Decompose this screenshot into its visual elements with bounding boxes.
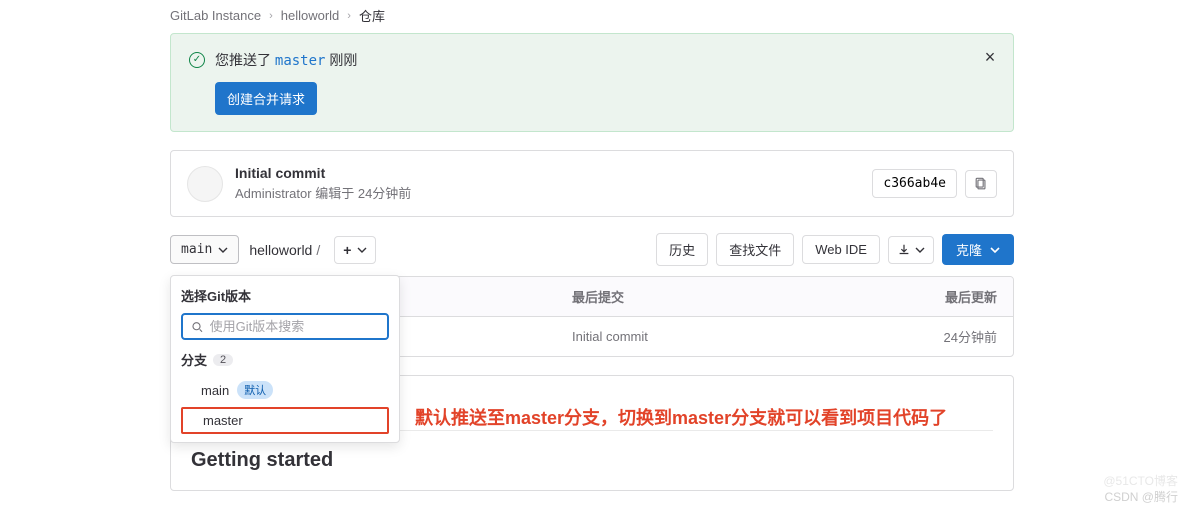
alert-text: 您推送了 master 刚刚 [215, 50, 357, 70]
breadcrumb-project[interactable]: helloworld [281, 8, 340, 23]
watermark: CSDN @腾行 [1104, 488, 1178, 505]
alert-branch-link[interactable]: master [275, 53, 326, 69]
last-commit-panel: Initial commit Administrator 编辑于 24分钟前 c… [170, 150, 1014, 217]
search-icon [191, 320, 204, 334]
dropdown-title: 选择Git版本 [181, 286, 389, 305]
chevron-down-icon [357, 245, 367, 255]
commit-sha-button[interactable]: c366ab4e [872, 169, 957, 198]
branch-item-master[interactable]: master [181, 407, 389, 434]
branch-item-main[interactable]: main 默认 [181, 375, 389, 405]
col-last-update: 最后更新 [837, 287, 997, 306]
readme-h2: Getting started [191, 449, 993, 472]
push-alert: 您推送了 master 刚刚 创建合并请求 × [170, 33, 1014, 132]
history-button[interactable]: 历史 [656, 233, 708, 266]
breadcrumb-root[interactable]: GitLab Instance [170, 8, 261, 23]
create-merge-request-button[interactable]: 创建合并请求 [215, 82, 317, 115]
watermark: @51CTO博客 [1103, 472, 1178, 489]
annotation-text: 默认推送至master分支，切换到master分支就可以看到项目代码了 [415, 404, 947, 430]
web-ide-button[interactable]: Web IDE [802, 235, 880, 264]
branch-section-label: 分支 2 [181, 350, 389, 369]
branch-count-badge: 2 [213, 354, 233, 366]
row-updated-at: 24分钟前 [837, 327, 997, 346]
branch-dropdown: 选择Git版本 分支 2 main 默认 master [170, 275, 400, 443]
branch-search-input[interactable] [210, 319, 379, 334]
commit-meta: Administrator 编辑于 24分钟前 [235, 183, 411, 202]
add-file-button[interactable]: + [334, 236, 376, 264]
download-button[interactable] [888, 236, 934, 264]
chevron-down-icon [915, 245, 925, 255]
copy-sha-button[interactable] [965, 170, 997, 198]
breadcrumb-current: 仓库 [359, 6, 385, 25]
breadcrumb: GitLab Instance › helloworld › 仓库 [0, 0, 1184, 33]
col-last-commit: 最后提交 [512, 287, 837, 306]
find-file-button[interactable]: 查找文件 [716, 233, 794, 266]
chevron-right-icon: › [269, 10, 273, 22]
avatar [187, 166, 223, 202]
branch-search[interactable] [181, 313, 389, 340]
plus-icon: + [343, 242, 351, 258]
commit-title[interactable]: Initial commit [235, 165, 411, 181]
chevron-down-icon [990, 245, 1000, 255]
row-commit-message[interactable]: Initial commit [512, 329, 837, 344]
download-icon [897, 243, 911, 257]
path-breadcrumb: helloworld/ [249, 242, 324, 258]
repo-toolbar: main helloworld/ + 选择Git版本 [170, 233, 1014, 266]
close-icon[interactable]: × [979, 46, 1001, 68]
default-badge: 默认 [237, 381, 273, 399]
clipboard-icon [974, 177, 988, 191]
path-root[interactable]: helloworld [249, 242, 312, 258]
chevron-down-icon [218, 245, 228, 255]
check-circle-icon [189, 52, 205, 68]
branch-selector-button[interactable]: main [170, 235, 239, 264]
clone-button[interactable]: 克隆 [942, 234, 1014, 265]
chevron-right-icon: › [347, 10, 351, 22]
